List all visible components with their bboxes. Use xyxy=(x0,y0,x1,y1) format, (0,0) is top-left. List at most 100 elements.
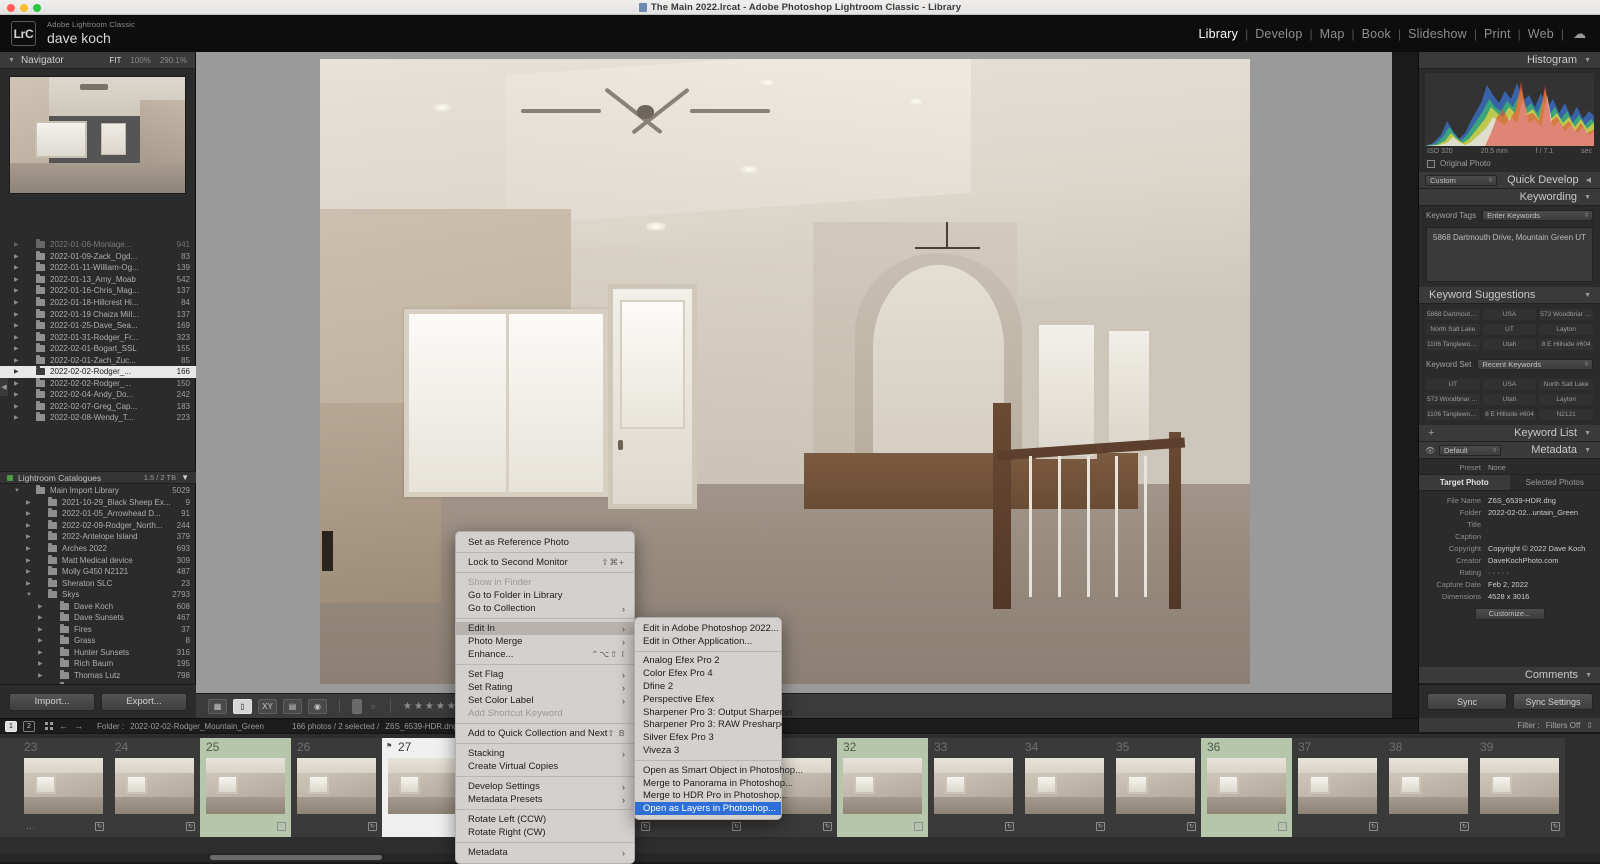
star-rating-control[interactable]: ★★★★★ xyxy=(403,701,458,712)
module-book[interactable]: Book xyxy=(1355,27,1398,41)
develop-badge-icon[interactable]: ↻ xyxy=(368,822,377,831)
metadata-value[interactable]: 4528 x 3016 xyxy=(1488,592,1529,601)
filmstrip-thumbnail[interactable]: 25↻ xyxy=(200,738,291,837)
filmstrip-scrollbar[interactable] xyxy=(0,853,1600,862)
zoom-fit[interactable]: FIT xyxy=(109,56,121,65)
folder-row[interactable]: ▶2022-Antelope Island379 xyxy=(0,531,196,543)
context-menu-item[interactable]: Metadata Presets› xyxy=(456,793,634,806)
original-photo-checkbox[interactable]: Original Photo xyxy=(1419,155,1600,172)
chevron-right-icon[interactable]: ▶ xyxy=(14,368,19,375)
metadata-value[interactable]: Z6S_6539-HDR.dng xyxy=(1488,496,1556,505)
add-keyword-icon[interactable]: + xyxy=(1428,427,1434,439)
comments-header[interactable]: Comments ▼ xyxy=(1419,667,1600,684)
keyword-set-item[interactable]: North Salt Lake xyxy=(1539,379,1593,390)
folder-row[interactable]: ▶2022-01-16-Chris_Mag...137 xyxy=(0,285,196,297)
context-menu-item[interactable]: Add to Quick Collection and Next⇧ B xyxy=(456,727,634,740)
flag-icon[interactable]: ⚑ xyxy=(386,742,392,750)
metadata-value[interactable]: 2022-02-02...untain_Green xyxy=(1488,508,1578,517)
submenu-item[interactable]: Analog Efex Pro 2 xyxy=(635,655,781,668)
metadata-preset-row[interactable]: Preset None xyxy=(1419,459,1600,474)
develop-badge-icon[interactable]: ↻ xyxy=(95,822,104,831)
chevron-right-icon[interactable]: ▶ xyxy=(14,276,19,283)
submenu-item[interactable]: Color Efex Pro 4 xyxy=(635,667,781,680)
folder-row[interactable]: ▶2022-01-31-Rodger_Fr...323 xyxy=(0,331,196,343)
develop-badge-icon[interactable]: ↻ xyxy=(1460,822,1469,831)
chevron-down-icon[interactable]: ▼ xyxy=(1584,447,1591,454)
keyword-suggestions-grid[interactable]: 5868 Dartmouth D.USA573 Woodbriar WayNor… xyxy=(1419,304,1600,355)
eye-icon[interactable]: 👁 xyxy=(1425,446,1435,455)
checkbox-icon[interactable] xyxy=(1427,160,1435,168)
chevron-right-icon[interactable]: ▶ xyxy=(38,637,43,644)
export-button[interactable]: Export... xyxy=(101,693,187,711)
keyword-suggestion[interactable]: Layton xyxy=(1539,324,1593,335)
chevron-right-icon[interactable]: ▶ xyxy=(14,403,19,410)
chevron-right-icon[interactable]: ▶ xyxy=(26,545,31,552)
histogram-header[interactable]: Histogram ▼ xyxy=(1419,52,1600,69)
module-develop[interactable]: Develop xyxy=(1248,27,1309,41)
metadata-value[interactable]: · · · · · xyxy=(1488,568,1509,577)
filmstrip-thumbnail[interactable]: 26↻ xyxy=(291,738,382,837)
zoom-custom[interactable]: 290.1% xyxy=(160,56,187,65)
context-menu-item[interactable]: Enhance...⌃⌥⇧ I xyxy=(456,648,634,661)
keyword-set-item[interactable]: 1106 Tanglewood Dr xyxy=(1426,409,1480,420)
display-1-button[interactable]: 1 xyxy=(5,721,17,732)
submenu-item[interactable]: Sharpener Pro 3: RAW Presharpener xyxy=(635,719,781,732)
chevron-down-icon[interactable]: ▼ xyxy=(1584,430,1591,437)
center-toolbar[interactable]: ▦ ▯ XY ▤ ◉ ○ ★★★★★ ↶ ↷ xyxy=(196,693,1392,718)
context-menu-item[interactable]: Set Flag› xyxy=(456,668,634,681)
chevron-right-icon[interactable]: ▶ xyxy=(26,522,31,529)
close-window-icon[interactable] xyxy=(7,4,15,12)
chevron-right-icon[interactable]: ▶ xyxy=(26,568,31,575)
folder-row[interactable]: ▶2022-02-08-Wendy_T...223 xyxy=(0,412,196,424)
filmstrip-folder-value[interactable]: 2022-02-02-Rodger_Mountain_Green xyxy=(130,722,264,731)
context-menu-item[interactable]: Go to Collection› xyxy=(456,602,634,615)
chevron-left-icon[interactable]: ◀ xyxy=(1586,176,1591,184)
context-menu-item[interactable]: Go to Folder in Library xyxy=(456,589,634,602)
chevron-right-icon[interactable]: ▶ xyxy=(14,414,19,421)
module-map[interactable]: Map xyxy=(1313,27,1352,41)
filter-funnel-icon[interactable]: ▼ xyxy=(181,473,189,482)
folder-row[interactable]: ▼Main Import Library5029 xyxy=(0,485,196,497)
module-slideshow[interactable]: Slideshow xyxy=(1401,27,1474,41)
filmstrip[interactable]: 23↻24↻25↻26↻⚑27↻28↻29↻30↻31↻32↻33↻34↻35↻… xyxy=(0,733,1600,862)
folder-row[interactable]: ▶2022-01-25-Dave_Sea...169 xyxy=(0,320,196,332)
keyword-set-item[interactable]: N2121 xyxy=(1539,409,1593,420)
develop-badge-icon[interactable]: ↻ xyxy=(1187,822,1196,831)
chevron-right-icon[interactable]: ▶ xyxy=(26,557,31,564)
metadata-value[interactable]: DaveKochPhoto.com xyxy=(1488,556,1558,565)
chevron-right-icon[interactable]: ▶ xyxy=(14,334,19,341)
keywording-header[interactable]: Keywording ▼ xyxy=(1419,189,1600,206)
metadata-header[interactable]: 👁 Default ⇳ Metadata ▼ xyxy=(1419,442,1600,459)
folder-row[interactable]: ▶2022-01-05_Arrowhead D...91 xyxy=(0,508,196,520)
folder-row[interactable]: ▶2022-01-18-Hillcrest Hi...84 xyxy=(0,297,196,309)
module-library[interactable]: Library xyxy=(1191,27,1245,41)
chevron-right-icon[interactable]: ▶ xyxy=(14,264,19,271)
develop-badge-icon[interactable]: ↻ xyxy=(277,822,286,831)
chevron-right-icon[interactable]: ▶ xyxy=(14,380,19,387)
context-menu-item[interactable]: Develop Settings› xyxy=(456,780,634,793)
keyword-suggestion[interactable]: Utah xyxy=(1483,339,1537,350)
folder-row[interactable]: ▶2022-01-06-Montage...941 xyxy=(0,239,196,251)
filmstrip-scroll-thumb[interactable] xyxy=(210,855,382,860)
navigator-zoom-levels[interactable]: FIT 100% 290.1% xyxy=(109,56,187,65)
metadata-view-dropdown[interactable]: Default ⇳ xyxy=(1439,445,1501,456)
module-print[interactable]: Print xyxy=(1477,27,1518,41)
folder-row[interactable]: ▶Dave Sunsets467 xyxy=(0,612,196,624)
chevron-right-icon[interactable]: ▶ xyxy=(26,533,31,540)
develop-badge-icon[interactable]: ↻ xyxy=(1369,822,1378,831)
chevron-down-icon[interactable]: ▼ xyxy=(1584,57,1591,64)
compare-view-icon[interactable]: XY xyxy=(258,699,277,714)
filmstrip-thumbnail[interactable]: 34↻ xyxy=(1019,738,1110,837)
folder-row[interactable]: ▶2022-02-02-Rodger_...150 xyxy=(0,378,196,390)
folder-row[interactable]: ▶2022-02-02-Rodger_...166 xyxy=(0,366,196,378)
sync-button[interactable]: Sync xyxy=(1427,693,1507,710)
navigator-preview[interactable] xyxy=(9,76,186,194)
module-web[interactable]: Web xyxy=(1521,27,1561,41)
keyword-set-grid[interactable]: UTUSANorth Salt Lake573 Woodbriar WayUta… xyxy=(1419,374,1600,425)
photo-context-menu[interactable]: Set as Reference PhotoLock to Second Mon… xyxy=(455,531,635,864)
keyword-set-item[interactable]: Utah xyxy=(1483,394,1537,405)
chevron-right-icon[interactable]: ▶ xyxy=(26,499,31,506)
submenu-item[interactable]: Merge to HDR Pro in Photoshop... xyxy=(635,790,781,803)
submenu-item[interactable]: Open as Smart Object in Photoshop... xyxy=(635,764,781,777)
context-menu-item[interactable]: Set Color Label› xyxy=(456,694,634,707)
